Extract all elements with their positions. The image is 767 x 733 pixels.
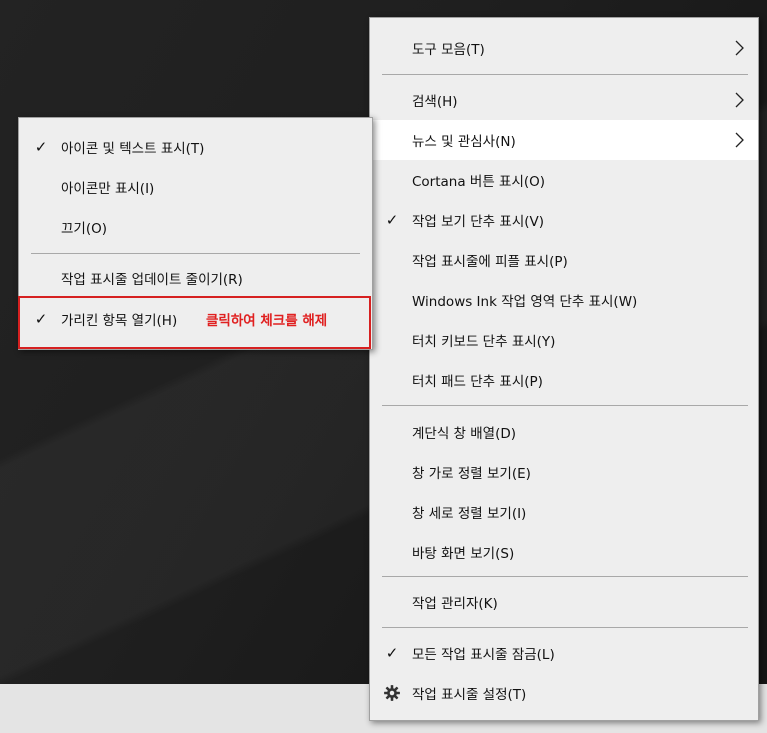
check-icon: ✓ bbox=[385, 211, 399, 229]
gear-icon bbox=[384, 685, 400, 701]
submenu-item-off[interactable]: 끄기(O) bbox=[19, 207, 372, 247]
menu-item-windows-ink[interactable]: Windows Ink 작업 영역 단추 표시(W) bbox=[370, 280, 758, 320]
submenu-item-icon-only[interactable]: 아이콘만 표시(I) bbox=[19, 167, 372, 207]
menu-item-label: 작업 표시줄 설정(T) bbox=[412, 687, 527, 703]
menu-item-label: 계단식 창 배열(D) bbox=[412, 426, 517, 442]
menu-item-label: 아이콘 및 텍스트 표시(T) bbox=[61, 141, 205, 157]
check-icon: ✓ bbox=[34, 138, 48, 156]
news-interests-submenu: ✓ 아이콘 및 텍스트 표시(T) 아이콘만 표시(I) 끄기(O) 작업 표시… bbox=[18, 117, 373, 350]
menu-item-task-manager[interactable]: 작업 관리자(K) bbox=[370, 582, 758, 622]
menu-item-news-interests[interactable]: 뉴스 및 관심사(N) bbox=[370, 120, 758, 160]
menu-item-touch-keyboard[interactable]: 터치 키보드 단추 표시(Y) bbox=[370, 320, 758, 360]
menu-item-show-desktop[interactable]: 바탕 화면 보기(S) bbox=[370, 532, 758, 572]
menu-item-taskbar-settings[interactable]: 작업 표시줄 설정(T) bbox=[370, 673, 758, 713]
chevron-right-icon bbox=[735, 132, 744, 148]
menu-item-label: 모든 작업 표시줄 잠금(L) bbox=[412, 647, 555, 663]
menu-separator bbox=[382, 627, 748, 628]
menu-item-task-view[interactable]: ✓ 작업 보기 단추 표시(V) bbox=[370, 200, 758, 240]
submenu-item-icon-and-text[interactable]: ✓ 아이콘 및 텍스트 표시(T) bbox=[19, 127, 372, 167]
menu-item-label: 작업 보기 단추 표시(V) bbox=[412, 214, 545, 230]
menu-item-label: Cortana 버튼 표시(O) bbox=[412, 174, 546, 190]
menu-item-label: 아이콘만 표시(I) bbox=[61, 181, 155, 197]
menu-separator bbox=[382, 405, 748, 406]
menu-separator bbox=[31, 253, 360, 254]
menu-item-label: 작업 표시줄에 피플 표시(P) bbox=[412, 254, 568, 270]
menu-item-toolbars[interactable]: 도구 모음(T) bbox=[370, 28, 758, 68]
menu-item-search[interactable]: 검색(H) bbox=[370, 80, 758, 120]
check-icon: ✓ bbox=[385, 644, 399, 662]
menu-item-lock-taskbar[interactable]: ✓ 모든 작업 표시줄 잠금(L) bbox=[370, 633, 758, 673]
submenu-item-reduce-updates[interactable]: 작업 표시줄 업데이트 줄이기(R) bbox=[19, 258, 372, 298]
menu-item-cascade[interactable]: 계단식 창 배열(D) bbox=[370, 412, 758, 452]
menu-item-side-by-side[interactable]: 창 세로 정렬 보기(I) bbox=[370, 492, 758, 532]
menu-item-stacked[interactable]: 창 가로 정렬 보기(E) bbox=[370, 452, 758, 492]
menu-separator bbox=[382, 576, 748, 577]
menu-item-touchpad[interactable]: 터치 패드 단추 표시(P) bbox=[370, 360, 758, 400]
taskbar-context-menu: 도구 모음(T) 검색(H) 뉴스 및 관심사(N) Cortana 버튼 표시… bbox=[369, 17, 759, 721]
menu-item-people[interactable]: 작업 표시줄에 피플 표시(P) bbox=[370, 240, 758, 280]
menu-item-label: 바탕 화면 보기(S) bbox=[412, 546, 515, 562]
highlight-box bbox=[18, 296, 371, 349]
menu-item-label: 창 세로 정렬 보기(I) bbox=[412, 506, 527, 522]
menu-item-label: 끄기(O) bbox=[61, 221, 107, 237]
chevron-right-icon bbox=[735, 40, 744, 56]
menu-item-label: Windows Ink 작업 영역 단추 표시(W) bbox=[412, 294, 638, 310]
menu-item-label: 작업 표시줄 업데이트 줄이기(R) bbox=[61, 272, 243, 288]
menu-item-label: 창 가로 정렬 보기(E) bbox=[412, 466, 531, 482]
menu-item-label: 터치 키보드 단추 표시(Y) bbox=[412, 334, 556, 350]
menu-item-label: 뉴스 및 관심사(N) bbox=[412, 134, 516, 150]
menu-item-label: 도구 모음(T) bbox=[412, 42, 485, 58]
menu-item-label: 검색(H) bbox=[412, 94, 458, 110]
menu-item-label: 작업 관리자(K) bbox=[412, 596, 498, 612]
menu-item-cortana[interactable]: Cortana 버튼 표시(O) bbox=[370, 160, 758, 200]
menu-separator bbox=[382, 74, 748, 75]
menu-item-label: 터치 패드 단추 표시(P) bbox=[412, 374, 543, 390]
chevron-right-icon bbox=[735, 92, 744, 108]
